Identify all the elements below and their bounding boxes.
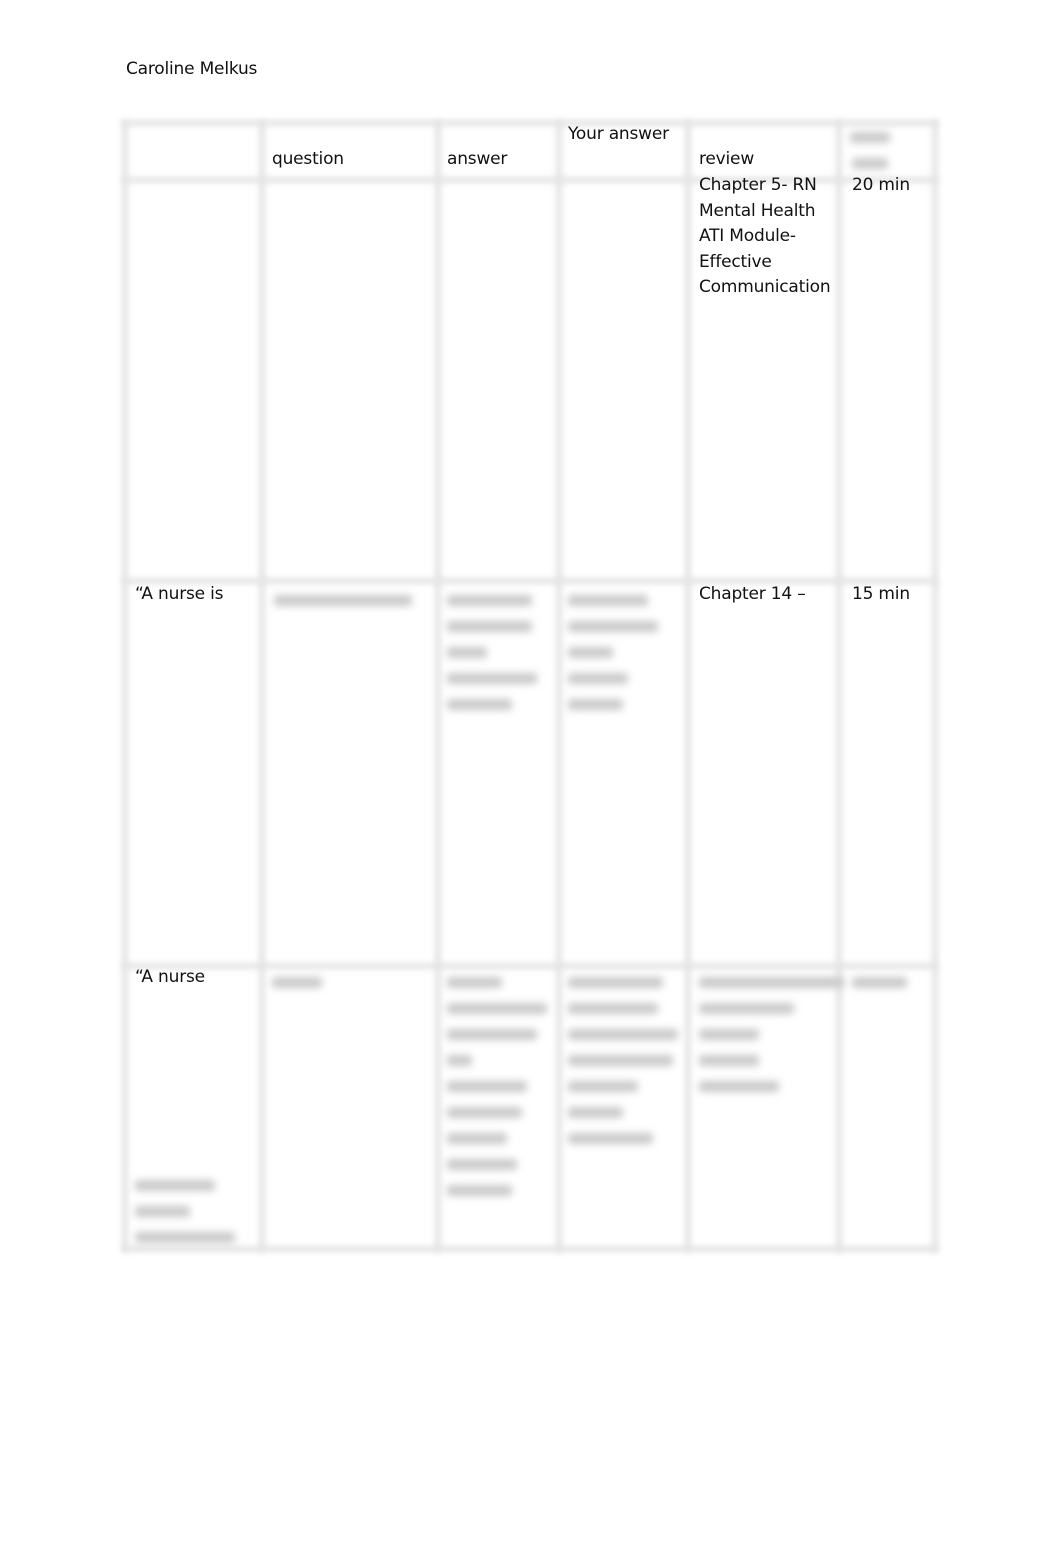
table-border [932,120,938,1252]
blurred-text [447,647,487,658]
review-line: Mental Health [699,200,816,221]
table-border [836,120,842,1252]
review-cell: Chapter 14 – [699,584,806,604]
review-line: ATI Module- [699,226,796,246]
time-cell: 15 min [852,584,910,604]
blurred-text [568,1133,653,1144]
table-border [685,120,691,1252]
blurred-text [568,1029,678,1040]
blurred-text [447,1185,512,1196]
blurred-text [447,1029,537,1040]
blurred-text [568,1003,658,1014]
blurred-text [568,1107,623,1118]
question-cell: “A nurse [135,967,205,987]
blurred-text [568,673,628,684]
blurred-text [447,1003,547,1014]
table-border [435,120,441,1252]
review-line: Communication [699,277,831,297]
review-cell: Chapter 5- RN Mental Health ATI Module- … [699,173,831,301]
blurred-text [447,595,532,606]
table-border [122,963,938,969]
table-border [556,120,562,1252]
time-cell: 20 min [852,175,910,195]
blurred-text [447,699,512,710]
blurred-text [699,977,844,988]
header-time-blurred [850,132,890,143]
blurred-text [135,1232,235,1243]
review-line: Chapter 5- RN [699,175,817,195]
blurred-text [447,1081,527,1092]
table-border [122,1246,938,1252]
header-review: review [699,149,755,169]
blurred-text [568,621,658,632]
blurred-text [135,1206,190,1217]
table-border [122,578,938,584]
review-line: Effective [699,251,772,272]
blurred-text [699,1029,759,1040]
table-border [122,120,938,126]
blurred-text [699,1003,794,1014]
blurred-text [568,1055,673,1066]
header-time-blurred [852,158,888,169]
study-table: question answer Your answer review Chapt… [122,120,938,1252]
blurred-text [699,1055,759,1066]
header-answer: answer [447,149,508,169]
blurred-text [135,1180,215,1191]
blurred-text [568,595,648,606]
blurred-text [447,1159,517,1170]
blurred-text [852,977,907,988]
blurred-text [568,1081,638,1092]
question-cell: “A nurse is [135,584,224,604]
blurred-text [274,595,412,606]
blurred-text [447,977,502,988]
blurred-text [272,977,322,988]
blurred-text [447,673,537,684]
blurred-text [699,1081,779,1092]
table-border [122,120,128,1252]
blurred-text [568,977,663,988]
blurred-text [447,1055,472,1066]
author-name: Caroline Melkus [126,59,258,79]
blurred-text [447,1133,507,1144]
blurred-text [568,647,613,658]
table-border [259,120,265,1252]
header-question: question [272,149,344,169]
blurred-text [447,1107,522,1118]
header-your-answer: Your answer [568,124,669,144]
blurred-text [447,621,532,632]
blurred-text [568,699,623,710]
